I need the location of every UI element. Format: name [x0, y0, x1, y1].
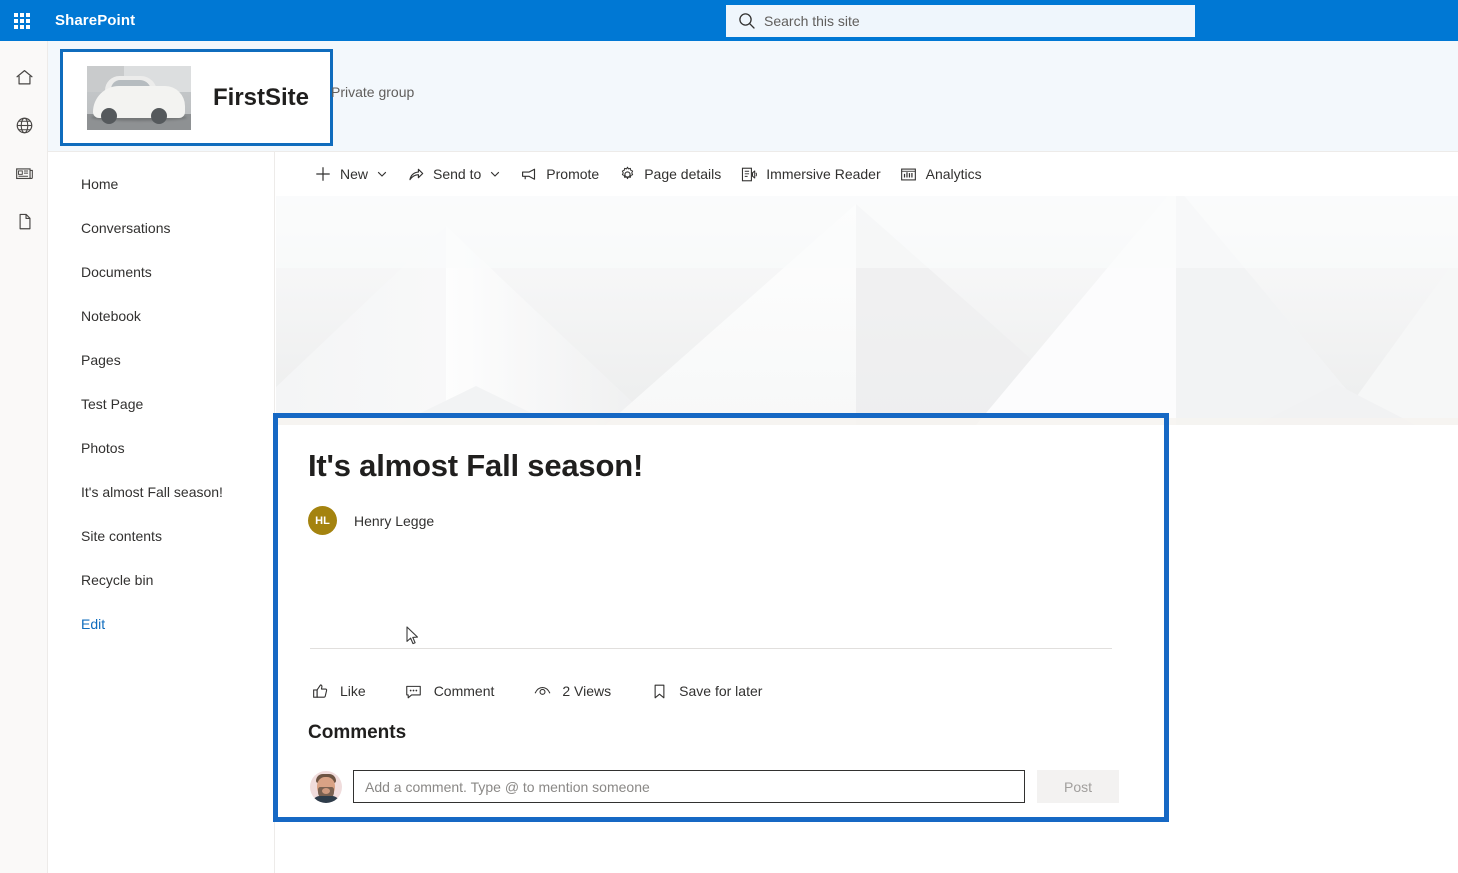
- send-to-icon: [406, 164, 426, 184]
- app-launcher-waffle-icon[interactable]: [0, 0, 44, 41]
- chevron-down-icon: [489, 168, 501, 180]
- search-box[interactable]: [726, 5, 1195, 37]
- globe-icon: [14, 115, 35, 136]
- nav-edit-link[interactable]: Edit: [48, 602, 274, 646]
- banner-geometric-pattern: [276, 196, 1458, 425]
- home-icon: [14, 67, 35, 88]
- analytics-icon: [899, 164, 919, 184]
- site-logo-car-image: [87, 65, 191, 130]
- page-details-button[interactable]: Page details: [608, 152, 730, 196]
- rail-item-news[interactable]: [0, 149, 48, 197]
- nav-item-conversations[interactable]: Conversations: [48, 206, 274, 250]
- left-navigation: Home Conversations Documents Notebook Pa…: [48, 152, 275, 873]
- news-feed-icon: [14, 163, 35, 184]
- suite-bar: SharePoint: [0, 0, 1458, 41]
- new-button[interactable]: New: [304, 152, 397, 196]
- nav-item-photos[interactable]: Photos: [48, 426, 274, 470]
- send-to-button[interactable]: Send to: [397, 152, 510, 196]
- promote-button-label: Promote: [546, 166, 600, 182]
- plus-icon: [313, 164, 333, 184]
- analytics-button[interactable]: Analytics: [890, 152, 991, 196]
- site-privacy-label: Private group: [331, 84, 415, 100]
- search-icon: [736, 10, 758, 32]
- site-title: FirstSite: [213, 83, 310, 111]
- nav-item-notebook[interactable]: Notebook: [48, 294, 274, 338]
- nav-item-recycle-bin[interactable]: Recycle bin: [48, 558, 274, 602]
- rail-item-files[interactable]: [0, 197, 48, 245]
- nav-item-pages[interactable]: Pages: [48, 338, 274, 382]
- promote-button[interactable]: Promote: [510, 152, 608, 196]
- nav-item-its-almost-fall-season[interactable]: It's almost Fall season!: [48, 470, 274, 514]
- immersive-reader-button[interactable]: Immersive Reader: [730, 152, 889, 196]
- immersive-reader-button-label: Immersive Reader: [766, 166, 881, 182]
- app-rail: [0, 41, 48, 873]
- immersive-reader-icon: [739, 164, 759, 184]
- content-highlight-box: [273, 413, 1169, 822]
- search-input[interactable]: [764, 13, 1185, 29]
- command-bar: New Send to Promote Page details Immersi…: [276, 152, 1458, 196]
- page-banner-image: [276, 196, 1458, 425]
- suite-brand-sharepoint[interactable]: SharePoint: [55, 12, 135, 29]
- site-header: FirstSite Private group: [48, 41, 1458, 152]
- nav-item-home[interactable]: Home: [48, 162, 274, 206]
- nav-item-documents[interactable]: Documents: [48, 250, 274, 294]
- nav-item-test-page[interactable]: Test Page: [48, 382, 274, 426]
- send-to-button-label: Send to: [433, 166, 482, 182]
- gear-icon: [617, 164, 637, 184]
- rail-item-sites[interactable]: [0, 101, 48, 149]
- site-identity-button[interactable]: FirstSite: [60, 49, 333, 146]
- document-icon: [14, 211, 35, 232]
- page-details-button-label: Page details: [644, 166, 722, 182]
- chevron-down-icon: [376, 168, 388, 180]
- promote-icon: [519, 164, 539, 184]
- analytics-button-label: Analytics: [925, 166, 982, 182]
- new-button-label: New: [340, 166, 369, 182]
- rail-item-home[interactable]: [0, 53, 48, 101]
- nav-item-site-contents[interactable]: Site contents: [48, 514, 274, 558]
